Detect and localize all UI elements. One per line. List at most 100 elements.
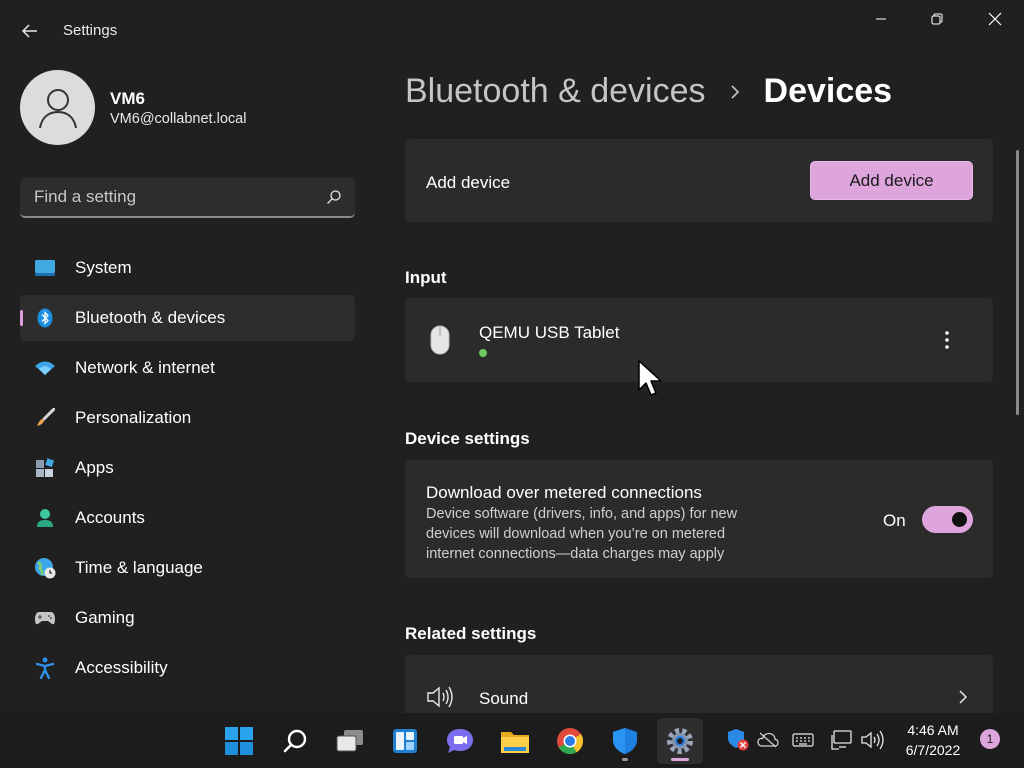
bluetooth-icon (34, 307, 56, 329)
onedrive-tray[interactable] (756, 728, 780, 752)
restore-icon (931, 13, 943, 25)
more-options-button[interactable] (935, 326, 959, 354)
settings-icon (667, 728, 693, 754)
minimize-button[interactable] (866, 6, 896, 32)
sidebar-item-system[interactable]: System (20, 245, 355, 291)
start-button[interactable] (216, 718, 262, 764)
sound-settings-link[interactable]: Sound (405, 655, 993, 713)
speaker-icon (426, 685, 454, 709)
sidebar-item-label: Accessibility (75, 658, 168, 677)
breadcrumb: Bluetooth & devices Devices (405, 72, 892, 111)
task-view-button[interactable] (327, 718, 373, 764)
restore-button[interactable] (922, 6, 952, 32)
taskbar-search-button[interactable] (272, 718, 318, 764)
search-box (20, 178, 355, 218)
page-title: Devices (763, 72, 893, 110)
active-app-indicator (671, 758, 689, 761)
user-email: VM6@collabnet.local (110, 111, 247, 127)
touch-keyboard-tray[interactable] (791, 728, 815, 752)
mouse-icon (426, 324, 454, 356)
user-icon (38, 88, 77, 128)
minimize-icon (876, 18, 886, 20)
sidebar-item-apps[interactable]: Apps (20, 445, 355, 491)
sidebar-item-label: Accounts (75, 508, 145, 527)
add-device-button[interactable]: Add device (810, 161, 973, 200)
keyboard-icon (792, 733, 814, 747)
toggle-state-label: On (883, 511, 906, 530)
apps-icon (34, 457, 56, 479)
network-icon (831, 730, 852, 750)
wifi-icon (34, 357, 56, 379)
onedrive-icon (757, 732, 779, 748)
avatar[interactable] (20, 70, 95, 145)
title-bar: Settings (0, 0, 1024, 62)
close-icon (988, 12, 1002, 26)
sidebar-item-label: Network & internet (75, 358, 215, 377)
sidebar-item-accounts[interactable]: Accounts (20, 495, 355, 541)
sidebar-item-time-language[interactable]: Time & language (20, 545, 355, 591)
sidebar-item-personalization[interactable]: Personalization (20, 395, 355, 441)
start-icon (225, 727, 253, 755)
add-device-label: Add device (426, 173, 511, 192)
globe-clock-icon (34, 557, 56, 579)
taskbar-clock[interactable]: 4:46 AM 6/7/2022 (890, 720, 976, 760)
search-icon[interactable] (319, 182, 349, 212)
user-name: VM6 (110, 89, 145, 108)
metered-setting-description: Device software (drivers, info, and apps… (426, 506, 738, 562)
toggle-knob (952, 512, 967, 527)
widgets-icon (393, 729, 417, 753)
chevron-right-icon (730, 84, 740, 100)
sidebar-item-gaming[interactable]: Gaming (20, 595, 355, 641)
volume-icon (861, 730, 884, 750)
device-name: QEMU USB Tablet (479, 323, 620, 342)
sidebar-item-label: Personalization (75, 408, 192, 427)
sidebar-item-accessibility[interactable]: Accessibility (20, 645, 355, 691)
metered-toggle[interactable] (922, 506, 973, 533)
search-input[interactable] (34, 187, 319, 207)
clock-time: 4:46 AM (907, 722, 959, 738)
scrollbar[interactable] (1016, 150, 1019, 415)
sidebar-item-label: Time & language (75, 558, 203, 577)
notification-badge[interactable]: 1 (980, 729, 1000, 749)
metered-connections-card: Download over metered connections Device… (405, 460, 993, 578)
chrome-icon (557, 728, 584, 755)
windows-security-tray[interactable] (726, 728, 750, 752)
brush-icon (34, 407, 56, 429)
teams-chat-icon (447, 729, 473, 753)
sidebar-item-label: Gaming (75, 608, 135, 627)
taskbar: 4:46 AM 6/7/2022 1 (0, 713, 1024, 768)
volume-tray[interactable] (860, 728, 884, 752)
add-device-card: Add device Add device (405, 139, 993, 222)
defender-icon (613, 728, 637, 754)
back-arrow-icon (22, 24, 37, 38)
sidebar-nav: System Bluetooth & devices Network & int… (20, 245, 355, 695)
back-button[interactable] (16, 18, 44, 44)
sound-label: Sound (479, 689, 529, 708)
app-title: Settings (63, 22, 118, 39)
sidebar-item-bluetooth-devices[interactable]: Bluetooth & devices (20, 295, 355, 341)
defender-button[interactable] (602, 718, 648, 764)
system-icon (34, 257, 56, 279)
windows-security-icon (728, 729, 749, 751)
breadcrumb-parent[interactable]: Bluetooth & devices (405, 72, 706, 111)
sidebar-item-label: Bluetooth & devices (75, 308, 226, 327)
connected-status-indicator (479, 349, 487, 357)
more-icon (945, 331, 949, 349)
device-card[interactable]: QEMU USB Tablet (405, 298, 993, 382)
accounts-icon (34, 507, 56, 529)
chat-button[interactable] (437, 718, 483, 764)
network-tray[interactable] (830, 728, 854, 752)
file-explorer-button[interactable] (492, 718, 538, 764)
input-section-title: Input (405, 268, 447, 287)
close-button[interactable] (980, 6, 1010, 32)
chrome-button[interactable] (547, 718, 593, 764)
metered-setting-title: Download over metered connections (426, 483, 702, 502)
related-settings-section-title: Related settings (405, 624, 537, 643)
task-view-icon (336, 730, 363, 752)
sidebar-item-network[interactable]: Network & internet (20, 345, 355, 391)
sidebar-item-label: Apps (75, 458, 114, 477)
widgets-button[interactable] (382, 718, 428, 764)
sidebar-item-label: System (75, 258, 132, 277)
settings-taskbar-button[interactable] (657, 718, 703, 764)
accessibility-icon (34, 657, 56, 679)
